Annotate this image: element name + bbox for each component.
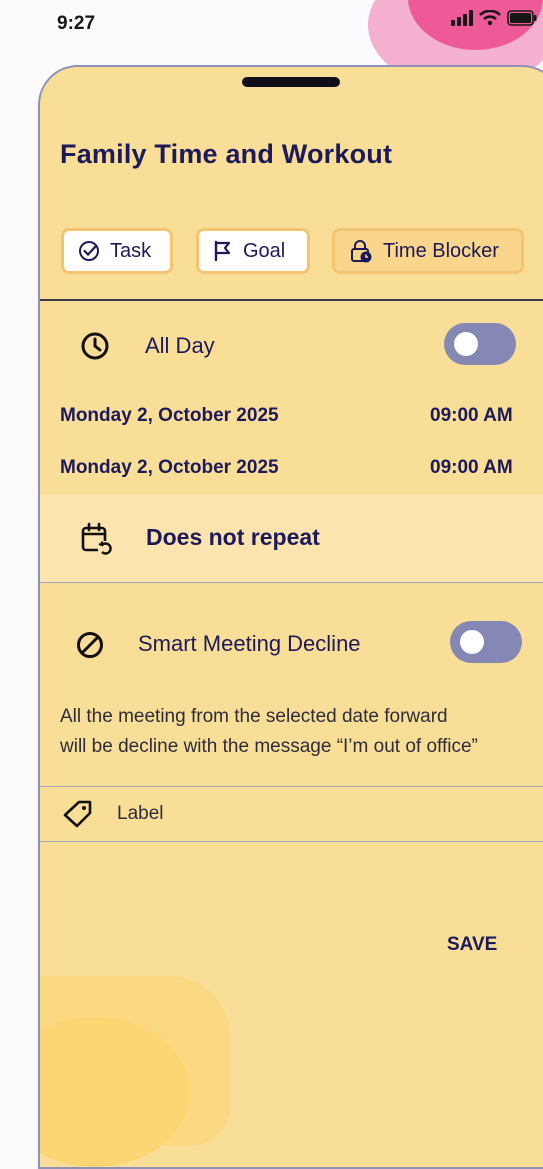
tab-task-label: Task — [110, 239, 152, 262]
tab-goal[interactable]: Goal — [196, 228, 310, 274]
repeat-label: Does not repeat — [146, 524, 320, 550]
calendar-repeat-icon — [81, 522, 114, 556]
tab-goal-label: Goal — [243, 239, 286, 262]
repeat-row[interactable]: Does not repeat — [40, 494, 543, 582]
toggle-knob — [460, 630, 484, 654]
all-day-toggle[interactable] — [444, 323, 516, 365]
section-divider — [40, 841, 543, 842]
start-date[interactable]: Monday 2, October 2025 — [60, 405, 279, 427]
tag-icon — [63, 800, 92, 828]
tab-time-blocker-label: Time Blocker — [383, 239, 499, 262]
description-line: All the meeting from the selected date f… — [60, 706, 448, 727]
lock-clock-icon — [351, 240, 372, 263]
smart-decline-toggle[interactable] — [450, 621, 522, 663]
event-title[interactable]: Family Time and Workout — [60, 139, 392, 170]
section-divider — [40, 582, 543, 583]
battery-icon — [507, 10, 537, 26]
section-divider — [40, 786, 543, 787]
status-time: 9:27 — [57, 13, 96, 34]
section-divider — [40, 299, 543, 301]
status-icons — [451, 10, 537, 26]
all-day-label: All Day — [145, 333, 215, 358]
smart-decline-label: Smart Meeting Decline — [138, 631, 361, 656]
save-button[interactable]: SAVE — [447, 934, 497, 956]
flag-icon — [214, 240, 231, 262]
block-icon — [77, 632, 103, 658]
check-circle-icon — [79, 241, 99, 261]
start-time[interactable]: 09:00 AM — [430, 405, 513, 427]
clock-icon — [81, 332, 109, 360]
event-bottom-sheet: Family Time and Workout Task Goal Time B… — [38, 65, 543, 1169]
wifi-icon — [479, 10, 501, 26]
tab-time-blocker[interactable]: Time Blocker — [332, 228, 524, 274]
status-bar: 9:27 — [0, 0, 543, 48]
end-time[interactable]: 09:00 AM — [430, 457, 513, 479]
toggle-knob — [454, 332, 478, 356]
drag-handle[interactable] — [242, 77, 340, 87]
signal-icon — [451, 10, 473, 26]
tab-task[interactable]: Task — [61, 228, 173, 274]
description-line: will be decline with the message “I’m ou… — [60, 736, 478, 757]
label-field[interactable]: Label — [117, 803, 164, 825]
end-date[interactable]: Monday 2, October 2025 — [60, 457, 279, 479]
smart-decline-description: All the meeting from the selected date f… — [60, 702, 540, 762]
